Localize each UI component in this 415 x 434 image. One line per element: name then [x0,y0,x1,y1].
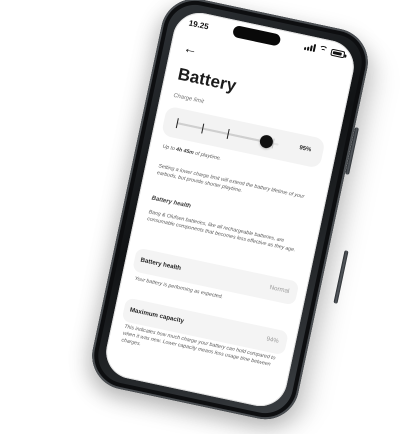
maximum-capacity-row-label: Maximum capacity [129,306,185,325]
charge-limit-slider-card: 95% [160,105,326,169]
page-title: Battery [176,64,239,96]
wifi-icon [318,45,327,54]
playtime-suffix: of playtime. [193,150,222,162]
maximum-capacity-row-value: 94% [265,335,280,345]
playtime-value: 4h 45m [175,146,195,157]
playtime-prefix: Up to [161,143,177,153]
product-mockup-stage: 19.25 ← Battery Charge limit 95% Up to 4… [0,0,415,434]
battery-health-row-value: Normal [268,284,290,296]
charge-limit-value: 95% [298,145,312,154]
status-icons [303,42,346,58]
charge-limit-slider[interactable] [175,118,279,150]
phone-notch [231,24,282,47]
charge-limit-label: Charge limit [172,92,205,106]
back-button[interactable]: ← [182,39,199,58]
charge-limit-slider-fill [176,122,267,143]
battery-icon [330,48,346,58]
signal-icon [303,42,317,53]
battery-health-section-description: Bang & Olufsen batteries, like all recha… [146,209,296,254]
status-time: 19.25 [187,18,210,32]
battery-health-section-heading: Battery health [150,195,192,210]
battery-health-row-label: Battery health [139,256,182,273]
